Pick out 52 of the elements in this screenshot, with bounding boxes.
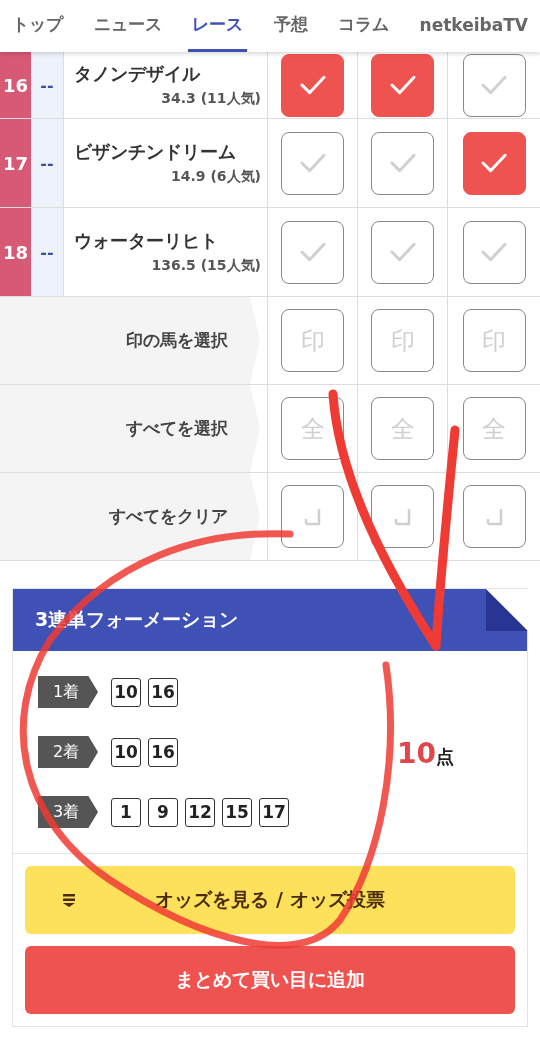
nav-tab[interactable]: トップ <box>8 0 67 52</box>
add-to-bets-button[interactable]: まとめて買い目に追加 <box>25 946 515 1014</box>
checkbox[interactable] <box>371 131 434 195</box>
mark-cell: -- <box>31 52 64 118</box>
horse-number-box: 16 <box>148 677 178 707</box>
row-label: すべてを選択 <box>0 385 260 472</box>
horse-number-box: 9 <box>148 797 178 827</box>
horse-name: ウォーターリヒト <box>74 229 219 253</box>
place-tag: 1着 <box>38 676 98 708</box>
odds-text: 14.9 (6人気) <box>171 168 261 186</box>
horse-number-box: 10 <box>111 677 141 707</box>
mark-cell: -- <box>31 119 64 207</box>
checkbox[interactable] <box>281 131 344 195</box>
horse-number-box: 17 <box>259 797 289 827</box>
nav-tab[interactable]: ニュース <box>89 0 166 52</box>
row-label: 印の馬を選択 <box>0 297 260 384</box>
horse-number-box: 15 <box>222 797 252 827</box>
horse-number-box: 10 <box>111 737 141 767</box>
checkbox[interactable] <box>462 220 526 284</box>
horse-name: タノンデザイル <box>74 62 202 86</box>
horse-number-box: 1 <box>111 797 141 827</box>
horse-number: 18 <box>0 208 31 296</box>
horse-number-box: 16 <box>148 737 178 767</box>
checkbox[interactable] <box>462 131 526 195</box>
horse-number-box: 12 <box>185 797 215 827</box>
mark-cell: -- <box>31 208 64 296</box>
count-unit: 点 <box>435 745 454 769</box>
checkbox[interactable] <box>462 53 526 117</box>
odds-text: 34.3 (11人気) <box>161 90 261 108</box>
clear-button[interactable] <box>462 485 526 548</box>
nav-tab[interactable]: レース <box>188 0 248 52</box>
nav-tab[interactable]: 予想 <box>269 0 312 52</box>
list-icon <box>61 892 77 908</box>
checkbox[interactable] <box>281 53 344 117</box>
row-label: すべてをクリア <box>0 473 260 560</box>
checkbox[interactable] <box>371 53 434 117</box>
horse-number: 17 <box>0 119 31 207</box>
checkbox[interactable] <box>371 220 434 284</box>
clear-button[interactable] <box>371 485 434 548</box>
nav-tab[interactable]: コラム <box>334 0 394 52</box>
checkbox[interactable] <box>281 220 344 284</box>
clear-button[interactable] <box>281 485 344 548</box>
place-tag: 2着 <box>38 736 98 768</box>
nav-tab[interactable]: netkeibaTV <box>415 0 532 52</box>
horse-number: 16 <box>0 52 31 118</box>
odds-text: 136.5 (15人気) <box>151 257 261 275</box>
corner-icon <box>304 507 321 526</box>
corner-icon <box>485 507 503 526</box>
corner-icon <box>394 507 411 526</box>
folded-corner <box>486 589 528 631</box>
horse-name: ビザンチンドリーム <box>74 140 237 164</box>
bet-count: 10 <box>397 737 436 770</box>
